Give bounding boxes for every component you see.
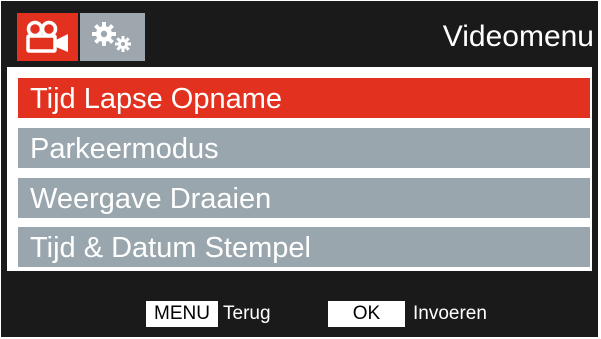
menu-title: Videomenu bbox=[442, 20, 594, 53]
back-label: Terug bbox=[223, 303, 271, 324]
enter-label: Invoeren bbox=[413, 303, 487, 324]
menu-item-time-lapse[interactable]: Tijd Lapse Opname bbox=[18, 78, 590, 118]
gears-icon bbox=[91, 22, 131, 52]
menu-item-rotate-display[interactable]: Weergave Draaien bbox=[18, 178, 590, 218]
menu-list: Tijd Lapse Opname Parkeermodus Weergave … bbox=[7, 67, 592, 271]
footer-bar: MENU Terug OK Invoeren bbox=[1, 271, 598, 337]
menu-item-date-stamp[interactable]: Tijd & Datum Stempel bbox=[18, 227, 590, 267]
menu-item-parking-mode[interactable]: Parkeermodus bbox=[18, 128, 590, 168]
header-bar: Videomenu bbox=[1, 1, 598, 64]
tab-video[interactable] bbox=[17, 13, 78, 61]
menu-key-badge[interactable]: MENU bbox=[146, 301, 218, 327]
dashcam-screen: Videomenu Tijd Lapse Opname Parkeermodus… bbox=[1, 1, 598, 337]
video-camera-icon bbox=[25, 20, 68, 53]
tab-settings[interactable] bbox=[80, 13, 145, 61]
ok-key-badge[interactable]: OK bbox=[328, 301, 405, 327]
